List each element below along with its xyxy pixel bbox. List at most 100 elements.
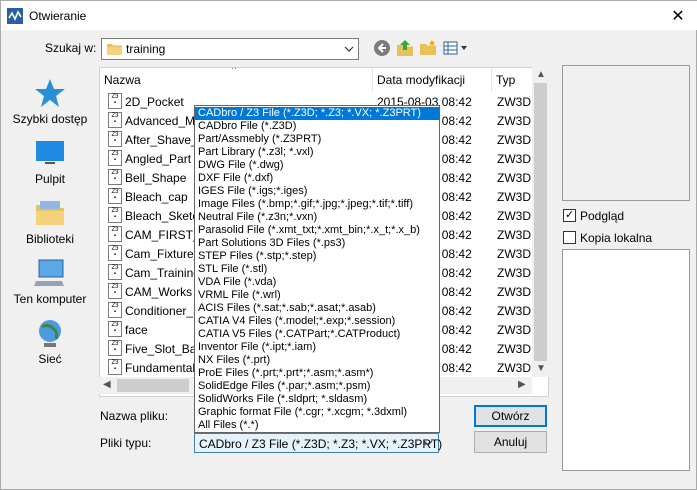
filetype-option[interactable]: CATIA V4 Files (*.model;*.exp;*.session) <box>195 315 439 328</box>
folder-icon <box>107 44 122 55</box>
scroll-right-icon[interactable]: ▶ <box>518 379 526 390</box>
app-logo-icon <box>7 8 23 24</box>
vertical-scrollbar[interactable]: ▲ ▼ <box>532 67 549 377</box>
places-bar: Szybki dostęp Pulpit Biblioteki Ten komp… <box>7 67 93 387</box>
filetype-option[interactable]: STEP Files (*.stp;*.step) <box>195 250 439 263</box>
z3-file-icon: Z3 ▪ <box>108 93 122 109</box>
file-type: ZW3D <box>497 304 531 318</box>
filetype-option[interactable]: DWG File (*.dwg) <box>195 159 439 172</box>
view-menu-icon[interactable] <box>443 39 469 57</box>
open-button[interactable]: Otwórz <box>474 405 547 427</box>
cancel-button[interactable]: Anuluj <box>474 431 547 453</box>
filetype-option[interactable]: Part Library (*.z3l; *.vxl) <box>195 146 439 159</box>
desktop-icon <box>36 141 64 164</box>
preview-checkbox[interactable]: ✓ <box>563 209 576 223</box>
file-name: Cam_Fixture_ <box>125 247 201 261</box>
filetype-option[interactable]: DXF File (*.dxf) <box>195 172 439 185</box>
file-name: face <box>125 323 148 337</box>
file-name: Cam_Training <box>125 266 200 280</box>
filetype-option[interactable]: ACIS Files (*.sat;*.sab;*.asat;*.asab) <box>195 302 439 315</box>
sort-up-icon: ^ <box>232 67 237 74</box>
file-name: Conditioner_S <box>125 304 202 318</box>
place-libraries[interactable]: Biblioteki <box>7 197 93 246</box>
scrollbar-thumb[interactable] <box>117 379 189 392</box>
filetype-option[interactable]: Inventor File (*.ipt;*.iam) <box>195 341 439 354</box>
file-name: Angled_Part <box>125 152 192 166</box>
look-in-value: training <box>126 42 166 56</box>
file-type: ZW3D <box>497 95 531 109</box>
file-name: Bell_Shape <box>125 171 187 185</box>
local-copy-label: Kopia lokalna <box>580 230 653 245</box>
preview-checkbox-row[interactable]: ✓ Podgląd <box>563 208 624 223</box>
preview-label: Podgląd <box>580 208 625 223</box>
place-quick-access[interactable]: Szybki dostęp <box>7 77 93 126</box>
local-copy-checkbox-row[interactable]: Kopia lokalna <box>563 230 652 245</box>
filetype-option[interactable]: Part/Assmebly (*.Z3PRT) <box>195 133 439 146</box>
back-icon[interactable] <box>373 39 391 57</box>
title-bar[interactable]: Otwieranie ✕ <box>1 1 697 30</box>
filetype-select[interactable]: CADbro / Z3 File (*.Z3D; *.Z3; *.VX; *.Z… <box>194 433 443 453</box>
look-in-label: Szukaj w: <box>45 41 97 55</box>
file-type: ZW3D <box>497 342 531 356</box>
network-icon <box>39 320 61 347</box>
file-type: ZW3D <box>497 285 531 299</box>
file-name: CAM_Works <box>125 285 193 299</box>
filetype-option[interactable]: IGES File (*.igs;*.iges) <box>195 185 439 198</box>
checkmark-icon: ✓ <box>565 209 575 222</box>
place-label: Pulpit <box>34 172 66 186</box>
file-name: Bleach_Sketcl <box>125 209 202 223</box>
new-folder-icon[interactable] <box>419 39 437 57</box>
file-type: ZW3D <box>497 266 531 280</box>
z3-file-icon: Z3 ▪ <box>108 245 122 261</box>
column-header-name[interactable]: ^ Nazwa <box>100 68 373 92</box>
z3-file-icon: Z3 ▪ <box>108 359 122 375</box>
filetype-option[interactable]: ProE Files (*.prt;*.prt*;*.asm;*.asm*) <box>195 367 439 380</box>
file-type: ZW3D <box>497 114 531 128</box>
z3-file-icon: Z3 ▪ <box>108 112 122 128</box>
filetype-option[interactable]: All Files (*.*) <box>195 419 439 432</box>
filetype-option[interactable]: VDA File (*.vda) <box>195 276 439 289</box>
column-header-date[interactable]: Data modyfikacji <box>373 68 492 92</box>
filetype-option[interactable]: CADbro File (*.Z3D) <box>195 120 439 133</box>
filetype-option[interactable]: SolidEdge Files (*.par;*.asm;*.psm) <box>195 380 439 393</box>
file-name: 2D_Pocket <box>125 95 184 109</box>
filetype-option[interactable]: VRML File (*.wrl) <box>195 289 439 302</box>
libraries-icon <box>36 201 64 225</box>
place-desktop[interactable]: Pulpit <box>7 137 93 186</box>
scrollbar-thumb[interactable] <box>534 83 547 361</box>
filetype-select-value: CADbro / Z3 File (*.Z3D; *.Z3; *.VX; *.Z… <box>199 437 443 451</box>
file-type: ZW3D <box>497 171 531 185</box>
local-copy-checkbox[interactable] <box>563 231 576 245</box>
filetype-option[interactable]: CADbro / Z3 File (*.Z3D; *.Z3; *.VX; *.Z… <box>195 107 439 120</box>
filetype-option[interactable]: SolidWorks File (*.sldprt; *.sldasm) <box>195 393 439 406</box>
file-type: ZW3D <box>497 209 531 223</box>
scroll-down-icon[interactable]: ▼ <box>536 363 546 374</box>
up-folder-icon[interactable] <box>396 39 414 57</box>
place-this-pc[interactable]: Ten komputer <box>7 257 93 306</box>
column-header-label: Typ <box>496 73 516 87</box>
filetype-label: Pliki typu: <box>100 436 152 450</box>
look-in-dropdown[interactable]: training <box>101 38 359 60</box>
column-header-label: Nazwa <box>104 73 141 87</box>
column-header-label: Data modyfikacji <box>377 73 466 87</box>
filetype-dropdown-list[interactable]: CADbro / Z3 File (*.Z3D; *.Z3; *.VX; *.Z… <box>194 105 440 433</box>
file-type: ZW3D <box>497 152 531 166</box>
filetype-option[interactable]: NX Files (*.prt) <box>195 354 439 367</box>
filetype-option[interactable]: STL File (*.stl) <box>195 263 439 276</box>
scroll-left-icon[interactable]: ◀ <box>103 379 111 390</box>
place-label: Ten komputer <box>13 292 87 306</box>
filetype-option[interactable]: Graphic format File (*.cgr; *.xcgm; *.3d… <box>195 406 439 419</box>
filetype-option[interactable]: Neutral File (*.z3n;*.vxn) <box>195 211 439 224</box>
place-network[interactable]: Sieć <box>7 317 93 366</box>
close-icon: ✕ <box>671 7 685 25</box>
place-label: Biblioteki <box>25 232 75 246</box>
file-type: ZW3D <box>497 361 531 375</box>
scroll-up-icon[interactable]: ▲ <box>536 69 546 80</box>
filetype-option[interactable]: Parasolid File (*.xmt_txt;*.xmt_bin;*.x_… <box>195 224 439 237</box>
file-name: Bleach_cap <box>125 190 188 204</box>
filetype-option[interactable]: CATIA V5 Files (*.CATPart;*.CATProduct) <box>195 328 439 341</box>
close-button[interactable]: ✕ <box>658 1 697 30</box>
filetype-option[interactable]: Image Files (*.bmp;*.gif;*.jpg;*.jpeg;*.… <box>195 198 439 211</box>
computer-icon <box>34 259 64 286</box>
filetype-option[interactable]: Part Solutions 3D Files (*.ps3) <box>195 237 439 250</box>
